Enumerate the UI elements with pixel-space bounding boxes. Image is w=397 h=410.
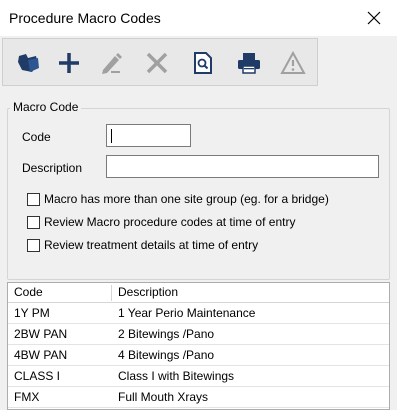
- review-macro-checkbox[interactable]: [27, 215, 40, 229]
- description-label: Description: [22, 161, 83, 175]
- table-row[interactable]: FMX Full Mouth Xrays: [8, 387, 389, 408]
- cell-description: 1 Year Perio Maintenance: [118, 306, 256, 320]
- macro-code-group-label: Macro Code: [10, 100, 82, 114]
- review-treatment-checkbox-label: Review treatment details at time of entr…: [44, 238, 259, 252]
- multi-site-checkbox-label: Macro has more than one site group (eg. …: [44, 192, 329, 206]
- open-button[interactable]: [9, 39, 49, 87]
- open-folder-icon: [18, 54, 39, 72]
- cell-code: 1Y PM: [14, 306, 50, 320]
- review-treatment-checkbox-row[interactable]: Review treatment details at time of entr…: [27, 237, 258, 253]
- add-icon: [59, 53, 79, 73]
- add-button[interactable]: [49, 39, 89, 87]
- table-row[interactable]: CLASS I Class I with Bitewings: [8, 366, 389, 387]
- text-caret: [111, 129, 112, 143]
- multi-site-checkbox[interactable]: [27, 192, 40, 206]
- review-treatment-checkbox[interactable]: [27, 238, 40, 252]
- table-header: Code Description: [8, 283, 389, 303]
- printer-icon: [238, 53, 260, 74]
- review-macro-checkbox-label: Review Macro procedure codes at time of …: [44, 215, 296, 229]
- close-icon: [367, 11, 381, 25]
- cell-code: 4BW PAN: [14, 348, 68, 362]
- cell-description: Full Mouth Xrays: [118, 390, 209, 404]
- macro-codes-table: Code Description 1Y PM 1 Year Perio Main…: [7, 282, 390, 410]
- column-header-code[interactable]: Code: [8, 283, 111, 302]
- close-button[interactable]: [361, 5, 387, 31]
- search-document-icon: [194, 52, 212, 74]
- cell-code: FMX: [14, 390, 40, 404]
- cell-description: Class I with Bitewings: [118, 369, 235, 383]
- table-row[interactable]: 4BW PAN 4 Bitewings /Pano: [8, 345, 389, 366]
- cell-description: 2 Bitewings /Pano: [118, 327, 215, 341]
- search-button[interactable]: [183, 39, 223, 87]
- multi-site-checkbox-row[interactable]: Macro has more than one site group (eg. …: [27, 191, 329, 207]
- cell-code: 2BW PAN: [14, 327, 68, 341]
- print-button[interactable]: [229, 39, 269, 87]
- edit-pencil-icon: [102, 53, 122, 74]
- warning-icon: [280, 51, 306, 74]
- cell-code: CLASS I: [14, 369, 61, 383]
- delete-button[interactable]: [137, 39, 177, 87]
- column-header-description[interactable]: Description: [112, 283, 388, 302]
- code-field[interactable]: [106, 124, 191, 147]
- table-row[interactable]: 1Y PM 1 Year Perio Maintenance: [8, 303, 389, 324]
- toolbar-strip: [2, 38, 318, 86]
- cell-description: 4 Bitewings /Pano: [118, 348, 215, 362]
- table-row[interactable]: 2BW PAN 2 Bitewings /Pano: [8, 324, 389, 345]
- window-title: Procedure Macro Codes: [9, 10, 161, 26]
- toolbar: [0, 36, 397, 88]
- title-bar: Procedure Macro Codes: [0, 0, 397, 36]
- content-area: Macro Code Code Description Macro has mo…: [0, 88, 397, 410]
- delete-x-icon: [146, 52, 168, 74]
- edit-button[interactable]: [91, 39, 131, 87]
- review-macro-checkbox-row[interactable]: Review Macro procedure codes at time of …: [27, 214, 295, 230]
- code-label: Code: [22, 130, 51, 144]
- warning-button[interactable]: [273, 39, 313, 87]
- description-field[interactable]: [106, 155, 379, 178]
